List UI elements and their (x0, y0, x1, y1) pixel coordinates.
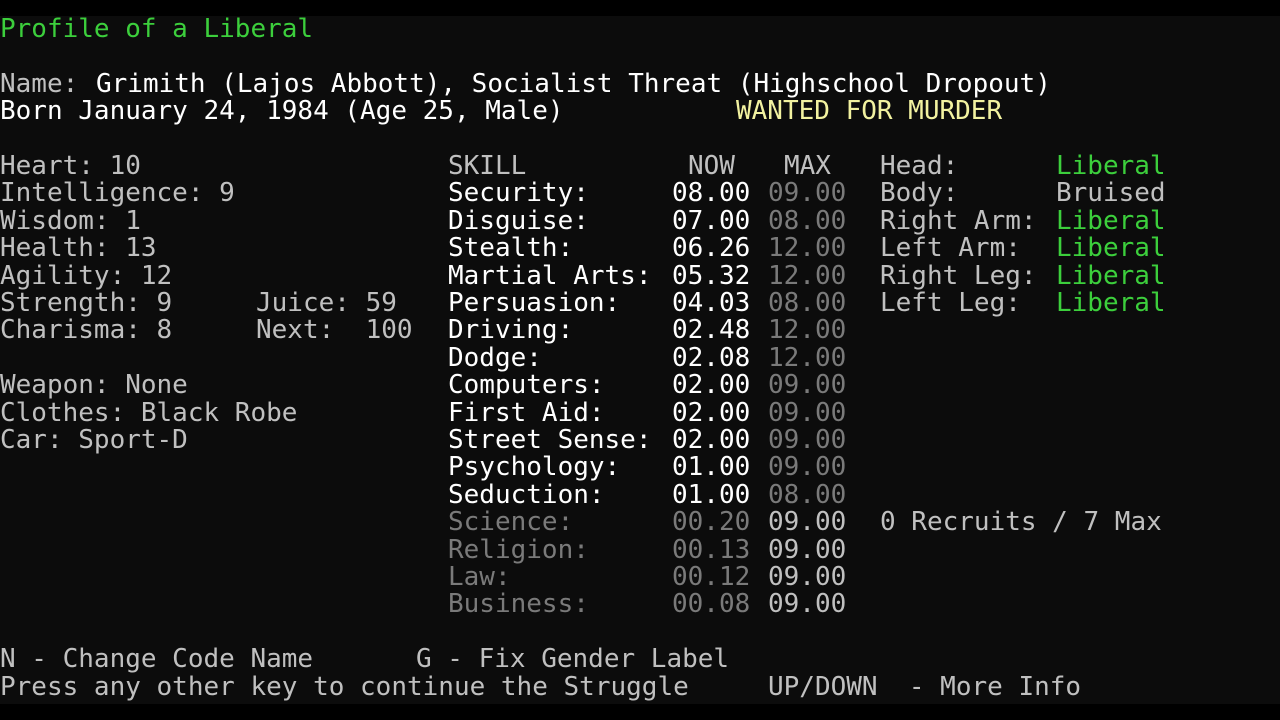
skill-max: 08.00 (768, 205, 847, 236)
skill-name: Seduction: (448, 479, 605, 510)
skill-now: 00.12 (672, 562, 751, 592)
skill-now: 08.00 (672, 178, 751, 209)
skill-now: 02.00 (672, 397, 751, 428)
continue-command[interactable]: Press any other key to continue the Stru… (0, 673, 689, 701)
skill-now: 00.08 (672, 589, 751, 620)
skill-max: 12.00 (768, 342, 847, 373)
skill-max: 08.00 (768, 479, 847, 510)
skill-now: 01.00 (672, 479, 751, 510)
attr-strength: Strength: 9 (0, 288, 173, 318)
skill-name: Disguise: (448, 205, 589, 236)
recruits-count: 0 Recruits / 7 Max (880, 507, 1162, 538)
attr-health: Health: 13 (0, 233, 157, 264)
body-part-status: Liberal (1056, 260, 1166, 291)
skill-now: 02.48 (672, 315, 751, 346)
skill-max: 08.00 (768, 288, 847, 318)
skill-name: Security: (448, 178, 589, 209)
skill-name: Driving: (448, 315, 574, 346)
body-part-status: Liberal (1056, 205, 1166, 236)
skill-max: 09.00 (768, 534, 847, 565)
skill-name: Street Sense: (448, 425, 652, 455)
body-part-status: Liberal (1056, 233, 1166, 264)
skill-name: Science: (448, 507, 574, 538)
skill-max: 09.00 (768, 370, 847, 401)
fix-gender-label-command[interactable]: G - Fix Gender Label (416, 645, 729, 673)
skill-max: 09.00 (768, 452, 847, 483)
wanted-status: WANTED FOR MURDER (736, 96, 1003, 127)
skills-header-now: NOW (688, 151, 735, 181)
body-part-label: Left Arm: (880, 233, 1021, 264)
terminal-screen: Profile of a Liberal Name: Grimith (Lajo… (0, 16, 1280, 704)
skill-name: Psychology: (448, 452, 621, 483)
skill-name: Stealth: (448, 233, 574, 264)
body-part-label: Body: (880, 178, 959, 209)
weapon-line: Weapon: None (0, 370, 188, 401)
skill-name: Computers: (448, 370, 605, 401)
name-value: Grimith (Lajos Abbott), Socialist Threat… (96, 68, 1051, 99)
clothes-line: Clothes: Black Robe (0, 397, 298, 428)
skill-now: 06.26 (672, 233, 751, 264)
skill-now: 02.08 (672, 342, 751, 373)
attr-heart: Heart: 10 (0, 151, 141, 181)
body-part-label: Left Leg: (880, 288, 1021, 318)
body-part-status: Liberal (1056, 288, 1166, 318)
skill-max: 09.00 (768, 562, 847, 592)
name-label: Name: (0, 68, 79, 99)
skills-header-skill: SKILL (448, 151, 527, 181)
skills-header-max: MAX (784, 151, 831, 181)
skill-max: 09.00 (768, 178, 847, 209)
skill-max: 09.00 (768, 589, 847, 620)
skill-now: 04.03 (672, 288, 751, 318)
skill-name: Religion: (448, 534, 589, 565)
attr-agility: Agility: 12 (0, 260, 173, 291)
skill-name: Persuasion: (448, 288, 621, 318)
attr-wisdom: Wisdom: 1 (0, 205, 141, 236)
skill-now: 02.00 (672, 370, 751, 401)
skill-max: 12.00 (768, 260, 847, 291)
skill-name: First Aid: (448, 397, 605, 428)
skill-name: Martial Arts: (448, 260, 652, 291)
attr-intelligence: Intelligence: 9 (0, 178, 235, 209)
born-line: Born January 24, 1984 (Age 25, Male) (0, 96, 564, 127)
change-code-name-command[interactable]: N - Change Code Name (0, 645, 313, 673)
attr-charisma: Charisma: 8 (0, 315, 173, 346)
body-part-label: Head: (880, 151, 959, 181)
skill-now: 01.00 (672, 452, 751, 483)
skill-now: 00.13 (672, 534, 751, 565)
skill-max: 09.00 (768, 425, 847, 455)
skill-name: Law: (448, 562, 511, 592)
page-title: Profile of a Liberal (0, 16, 314, 44)
skill-max: 09.00 (768, 507, 847, 538)
skill-now: 00.20 (672, 507, 751, 538)
next-value: Next: 100 (256, 315, 413, 346)
body-part-status: Liberal (1056, 151, 1166, 181)
skill-now: 07.00 (672, 205, 751, 236)
car-line: Car: Sport-D (0, 425, 188, 455)
skill-max: 12.00 (768, 233, 847, 264)
body-part-status: Bruised (1056, 178, 1166, 209)
skill-now: 05.32 (672, 260, 751, 291)
skill-name: Business: (448, 589, 589, 620)
juice-value: Juice: 59 (256, 288, 397, 318)
skill-name: Dodge: (448, 342, 542, 373)
skill-max: 09.00 (768, 397, 847, 428)
skill-max: 12.00 (768, 315, 847, 346)
more-info-command[interactable]: UP/DOWN - More Info (768, 673, 1081, 701)
body-part-label: Right Arm: (880, 205, 1037, 236)
skill-now: 02.00 (672, 425, 751, 455)
body-part-label: Right Leg: (880, 260, 1037, 291)
